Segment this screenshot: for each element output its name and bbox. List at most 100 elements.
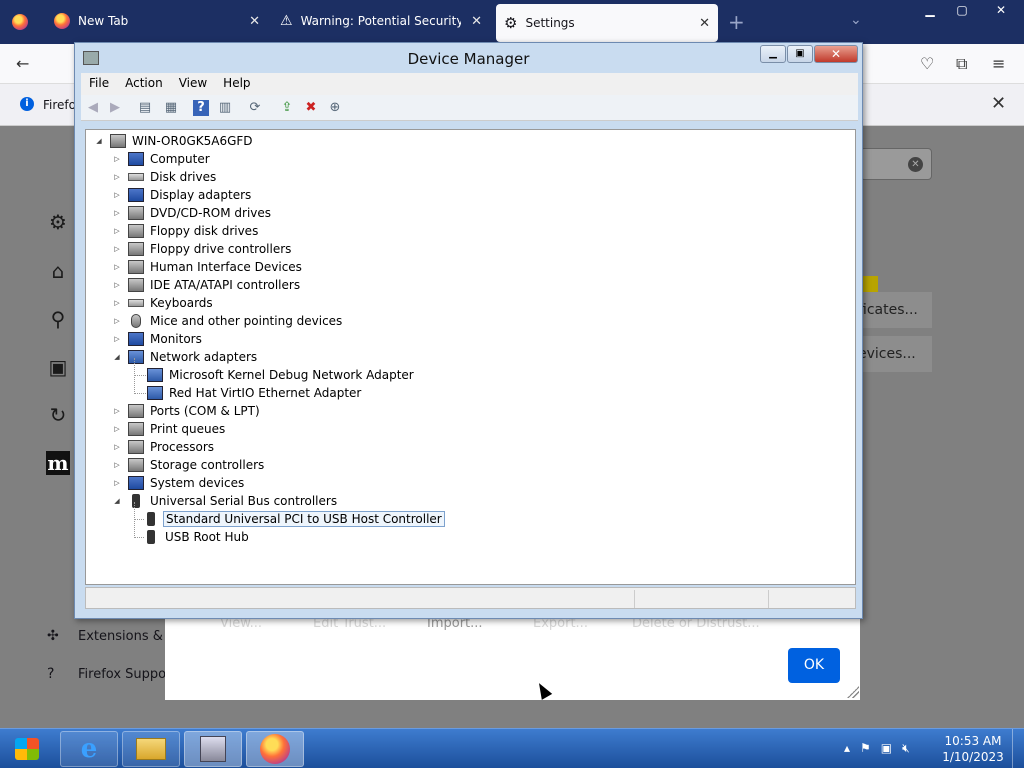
volume-muted-icon[interactable]: 🔇︎ bbox=[902, 741, 910, 756]
forward-arrow-icon[interactable]: ▶ bbox=[107, 100, 123, 116]
help-icon[interactable]: ? bbox=[193, 100, 209, 116]
menu-help[interactable]: Help bbox=[215, 73, 258, 95]
action-center-flag-icon[interactable]: ⚑ bbox=[860, 741, 871, 756]
more-from-mozilla-icon[interactable]: m bbox=[46, 451, 70, 475]
tree-node-processors[interactable]: ▷ Processors bbox=[112, 438, 216, 456]
tree-node-storage-controllers[interactable]: ▷ Storage controllers bbox=[112, 456, 266, 474]
pocket-icon[interactable]: ♡ bbox=[920, 54, 934, 73]
tree-leaf-usb-host-controller[interactable]: Standard Universal PCI to USB Host Contr… bbox=[143, 510, 445, 528]
tab-security-warning[interactable]: ⚠ Warning: Potential Security Risk ✕ bbox=[272, 2, 490, 40]
expanded-arrow-icon[interactable]: ◢ bbox=[94, 137, 104, 145]
firefox-view-icon[interactable] bbox=[12, 14, 28, 30]
show-hide-tree-icon[interactable]: ▤ bbox=[137, 100, 153, 116]
view-certificates-button[interactable]: ficates... bbox=[858, 292, 932, 328]
tree-node-print-queues[interactable]: ▷ Print queues bbox=[112, 420, 227, 438]
back-arrow-icon[interactable]: ← bbox=[16, 54, 29, 73]
close-icon[interactable]: ✕ bbox=[249, 14, 260, 29]
menu-view[interactable]: View bbox=[171, 73, 215, 95]
title-bar[interactable]: Device Manager ▁ ▣ ✕ bbox=[75, 43, 862, 73]
tree-node-keyboards[interactable]: ▷ Keyboards bbox=[112, 294, 215, 312]
action-pane-icon[interactable]: ▥ bbox=[217, 100, 233, 116]
tab-new-tab[interactable]: New Tab ✕ bbox=[46, 2, 268, 40]
close-button[interactable]: ✕ bbox=[814, 45, 858, 63]
ok-button[interactable]: OK bbox=[788, 648, 840, 683]
tree-node-hid[interactable]: ▷ Human Interface Devices bbox=[112, 258, 304, 276]
tree-node-dvd-drives[interactable]: ▷ DVD/CD-ROM drives bbox=[112, 204, 273, 222]
home-icon[interactable]: ⌂ bbox=[46, 259, 70, 283]
maximize-button[interactable]: ▢ bbox=[946, 0, 978, 20]
show-desktop-button[interactable] bbox=[1012, 729, 1024, 768]
collapsed-arrow-icon[interactable]: ▷ bbox=[112, 245, 122, 253]
close-icon[interactable]: ✕ bbox=[699, 16, 710, 31]
collapsed-arrow-icon[interactable]: ▷ bbox=[112, 443, 122, 451]
network-icon[interactable]: ▣ bbox=[881, 741, 892, 756]
expanded-arrow-icon[interactable]: ◢ bbox=[112, 497, 122, 505]
taskbar-device-manager[interactable] bbox=[184, 731, 242, 767]
tree-leaf-usb-root-hub[interactable]: USB Root Hub bbox=[143, 528, 251, 546]
tree-node-disk-drives[interactable]: ▷ Disk drives bbox=[112, 168, 218, 186]
collapsed-arrow-icon[interactable]: ▷ bbox=[112, 407, 122, 415]
tree-leaf-kernel-debug-adapter[interactable]: Microsoft Kernel Debug Network Adapter bbox=[147, 366, 416, 384]
uninstall-device-icon[interactable]: ✖ bbox=[303, 100, 319, 116]
security-devices-button[interactable]: evices... bbox=[858, 336, 932, 372]
collapsed-arrow-icon[interactable]: ▷ bbox=[112, 425, 122, 433]
collapsed-arrow-icon[interactable]: ▷ bbox=[112, 299, 122, 307]
close-button[interactable]: ✕ bbox=[978, 0, 1024, 20]
taskbar-firefox[interactable] bbox=[246, 731, 304, 767]
start-button[interactable] bbox=[12, 735, 42, 763]
firefox-support-link[interactable]: ? Firefox Suppor bbox=[47, 666, 171, 682]
tree-node-floppy-disk-drives[interactable]: ▷ Floppy disk drives bbox=[112, 222, 260, 240]
expanded-arrow-icon[interactable]: ◢ bbox=[112, 353, 122, 361]
collapsed-arrow-icon[interactable]: ▷ bbox=[112, 263, 122, 271]
menu-action[interactable]: Action bbox=[117, 73, 171, 95]
settings-search-input[interactable]: ✕ bbox=[860, 148, 932, 180]
collapsed-arrow-icon[interactable]: ▷ bbox=[112, 191, 122, 199]
system-clock[interactable]: 10:53 AM 1/10/2023 bbox=[940, 733, 1006, 765]
tree-node-computer[interactable]: ▷ Computer bbox=[112, 150, 212, 168]
taskbar-file-explorer[interactable] bbox=[122, 731, 180, 767]
menu-file[interactable]: File bbox=[81, 73, 117, 95]
device-tree[interactable]: ◢ WIN-OR0GK5A6GFD ▷ Computer ▷ Disk drives… bbox=[85, 129, 856, 585]
minimize-button[interactable]: ▁ bbox=[760, 45, 786, 63]
tree-node-ide-controllers[interactable]: ▷ IDE ATA/ATAPI controllers bbox=[112, 276, 302, 294]
close-icon[interactable]: ✕ bbox=[991, 93, 1006, 114]
tree-root[interactable]: ◢ WIN-OR0GK5A6GFD bbox=[94, 132, 255, 150]
lock-icon[interactable]: ▣ bbox=[46, 355, 70, 379]
tree-node-floppy-controllers[interactable]: ▷ Floppy drive controllers bbox=[112, 240, 293, 258]
collapsed-arrow-icon[interactable]: ▷ bbox=[112, 479, 122, 487]
tree-node-system-devices[interactable]: ▷ System devices bbox=[112, 474, 246, 492]
sync-icon[interactable]: ↻ bbox=[46, 403, 70, 427]
tree-node-monitors[interactable]: ▷ Monitors bbox=[112, 330, 204, 348]
menu-icon[interactable]: ≡ bbox=[992, 54, 1005, 73]
show-hidden-icons-icon[interactable]: ▴ bbox=[844, 741, 850, 756]
update-driver-icon[interactable]: ⇪ bbox=[279, 100, 295, 116]
back-arrow-icon[interactable]: ◀ bbox=[85, 100, 101, 116]
search-icon[interactable]: ⚲ bbox=[46, 307, 70, 331]
scan-hardware-icon[interactable]: ⟳ bbox=[247, 100, 263, 116]
collapsed-arrow-icon[interactable]: ▷ bbox=[112, 155, 122, 163]
collapsed-arrow-icon[interactable]: ▷ bbox=[112, 461, 122, 469]
extensions-themes-link[interactable]: ✣ Extensions & T bbox=[47, 628, 175, 644]
extensions-icon[interactable]: ⧉ bbox=[956, 54, 967, 74]
new-tab-button[interactable]: + bbox=[728, 10, 745, 34]
list-tabs-button[interactable]: ⌄ bbox=[850, 12, 862, 28]
enable-device-icon[interactable]: ⊕ bbox=[327, 100, 343, 116]
clear-icon[interactable]: ✕ bbox=[908, 157, 923, 172]
resize-grip-icon[interactable] bbox=[847, 686, 859, 698]
tree-leaf-virtio-adapter[interactable]: Red Hat VirtIO Ethernet Adapter bbox=[147, 384, 363, 402]
collapsed-arrow-icon[interactable]: ▷ bbox=[112, 335, 122, 343]
taskbar-internet-explorer[interactable]: e bbox=[60, 731, 118, 767]
tree-node-usb-controllers[interactable]: ◢ Universal Serial Bus controllers bbox=[112, 492, 339, 510]
maximize-button[interactable]: ▣ bbox=[787, 45, 813, 63]
collapsed-arrow-icon[interactable]: ▷ bbox=[112, 227, 122, 235]
tree-node-mice[interactable]: ▷ Mice and other pointing devices bbox=[112, 312, 344, 330]
collapsed-arrow-icon[interactable]: ▷ bbox=[112, 317, 122, 325]
close-icon[interactable]: ✕ bbox=[471, 14, 482, 29]
tree-node-display-adapters[interactable]: ▷ Display adapters bbox=[112, 186, 253, 204]
minimize-button[interactable]: ▁ bbox=[914, 0, 946, 20]
properties-icon[interactable]: ▦ bbox=[163, 100, 179, 116]
collapsed-arrow-icon[interactable]: ▷ bbox=[112, 281, 122, 289]
tab-settings[interactable]: ⚙ Settings ✕ bbox=[496, 4, 718, 42]
collapsed-arrow-icon[interactable]: ▷ bbox=[112, 173, 122, 181]
tree-node-ports[interactable]: ▷ Ports (COM & LPT) bbox=[112, 402, 262, 420]
